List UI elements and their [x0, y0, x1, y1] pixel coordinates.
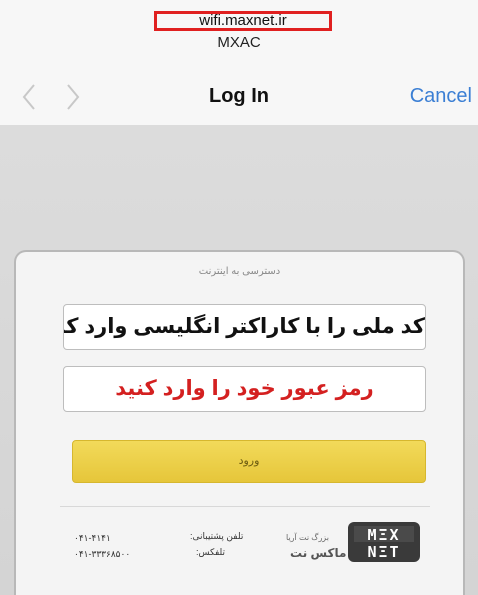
company-name: ماکس نت: [290, 546, 347, 560]
maxnet-logo: MΞX NΞT: [348, 522, 420, 562]
support-phone-label: تلفن پشتیبانی:: [190, 531, 244, 541]
cancel-button[interactable]: Cancel: [410, 84, 472, 108]
login-button[interactable]: ورود: [72, 440, 426, 483]
password-field[interactable]: رمز عبور خود را وارد کنید: [63, 366, 426, 412]
url-text[interactable]: wifi.maxnet.ir: [154, 12, 332, 30]
svg-text:NΞT: NΞT: [367, 543, 400, 561]
page-title: Log In: [209, 85, 269, 107]
fax-number: ۰۴۱-۳۳۳۶۸۵۰۰: [74, 549, 131, 559]
card-title: دسترسی به اینترنت: [198, 266, 281, 277]
footer-divider: [60, 506, 430, 507]
company-caption: بزرگ نت آریا: [286, 533, 329, 542]
network-name: MXAC: [217, 34, 261, 51]
national-code-field[interactable]: کد ملی را با کاراکتر انگلیسی وارد کنید: [63, 304, 426, 350]
fax-label: تلفکس:: [196, 547, 225, 557]
svg-text:MΞX: MΞX: [367, 526, 400, 544]
support-phone-number: ۰۴۱-۴۱۴۱: [74, 533, 111, 543]
